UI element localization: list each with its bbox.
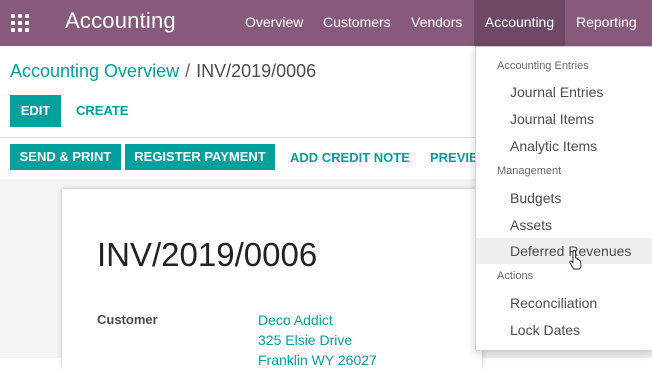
edit-button[interactable]: Edit xyxy=(10,95,61,127)
register-payment-button[interactable]: Register Payment xyxy=(125,144,275,170)
customer-label: Customer xyxy=(97,312,158,327)
dropdown-item-lock-dates[interactable]: Lock Dates xyxy=(476,317,652,343)
dropdown-item-label: Budgets xyxy=(510,190,562,206)
customer-street: 325 Elsie Drive xyxy=(258,332,353,348)
menu-reporting[interactable]: Reporting xyxy=(576,0,637,46)
dropdown-item-journal-items[interactable]: Journal Items xyxy=(476,106,652,132)
send-print-button[interactable]: Send & Print xyxy=(10,144,121,170)
dropdown-item-assets[interactable]: Assets xyxy=(476,212,652,238)
top-navbar: Accounting Overview Customers Vendors Ac… xyxy=(0,0,652,46)
menu-accounting[interactable]: Accounting xyxy=(474,0,565,46)
breadcrumb-separator: / xyxy=(185,61,191,81)
menu-overview[interactable]: Overview xyxy=(245,0,303,46)
preview-button[interactable]: Previe xyxy=(430,150,478,165)
dropdown-item-analytic-items[interactable]: Analytic Items xyxy=(476,133,652,159)
dropdown-item-label: Deferred Revenues xyxy=(510,243,632,259)
customer-city: Franklin WY 26027 xyxy=(258,352,377,368)
app-title[interactable]: Accounting xyxy=(65,8,176,34)
dropdown-item-budgets[interactable]: Budgets xyxy=(476,185,652,211)
dropdown-item-label: Analytic Items xyxy=(510,138,598,154)
create-button[interactable]: Create xyxy=(76,103,128,118)
dropdown-header-actions: Actions xyxy=(497,270,534,282)
dropdown-header-entries: Accounting Entries xyxy=(497,60,589,72)
menu-vendors[interactable]: Vendors xyxy=(411,0,462,46)
accounting-dropdown-menu: Accounting Entries Journal Entries Journ… xyxy=(475,46,652,351)
hand-pointer-icon xyxy=(569,250,582,270)
breadcrumb-current: INV/2019/0006 xyxy=(196,61,317,81)
customer-name-link[interactable]: Deco Addict xyxy=(258,312,333,328)
menu-customers[interactable]: Customers xyxy=(323,0,391,46)
dropdown-item-label: Lock Dates xyxy=(510,322,581,338)
dropdown-item-reconciliation[interactable]: Reconciliation xyxy=(476,290,652,316)
invoice-number: INV/2019/0006 xyxy=(97,236,318,273)
breadcrumb-parent[interactable]: Accounting Overview xyxy=(10,61,179,81)
dropdown-item-label: Reconciliation xyxy=(510,295,598,311)
dropdown-item-label: Journal Items xyxy=(510,111,595,127)
breadcrumb: Accounting Overview / INV/2019/0006 xyxy=(10,61,316,82)
apps-grid-icon[interactable] xyxy=(11,14,29,32)
dropdown-header-management: Management xyxy=(497,165,562,177)
dropdown-item-deferred-revenues[interactable]: Deferred Revenues xyxy=(476,238,652,264)
add-credit-note-button[interactable]: Add Credit Note xyxy=(290,150,410,165)
dropdown-item-label: Assets xyxy=(510,217,553,233)
dropdown-item-label: Journal Entries xyxy=(510,84,604,100)
dropdown-item-journal-entries[interactable]: Journal Entries xyxy=(476,79,652,105)
